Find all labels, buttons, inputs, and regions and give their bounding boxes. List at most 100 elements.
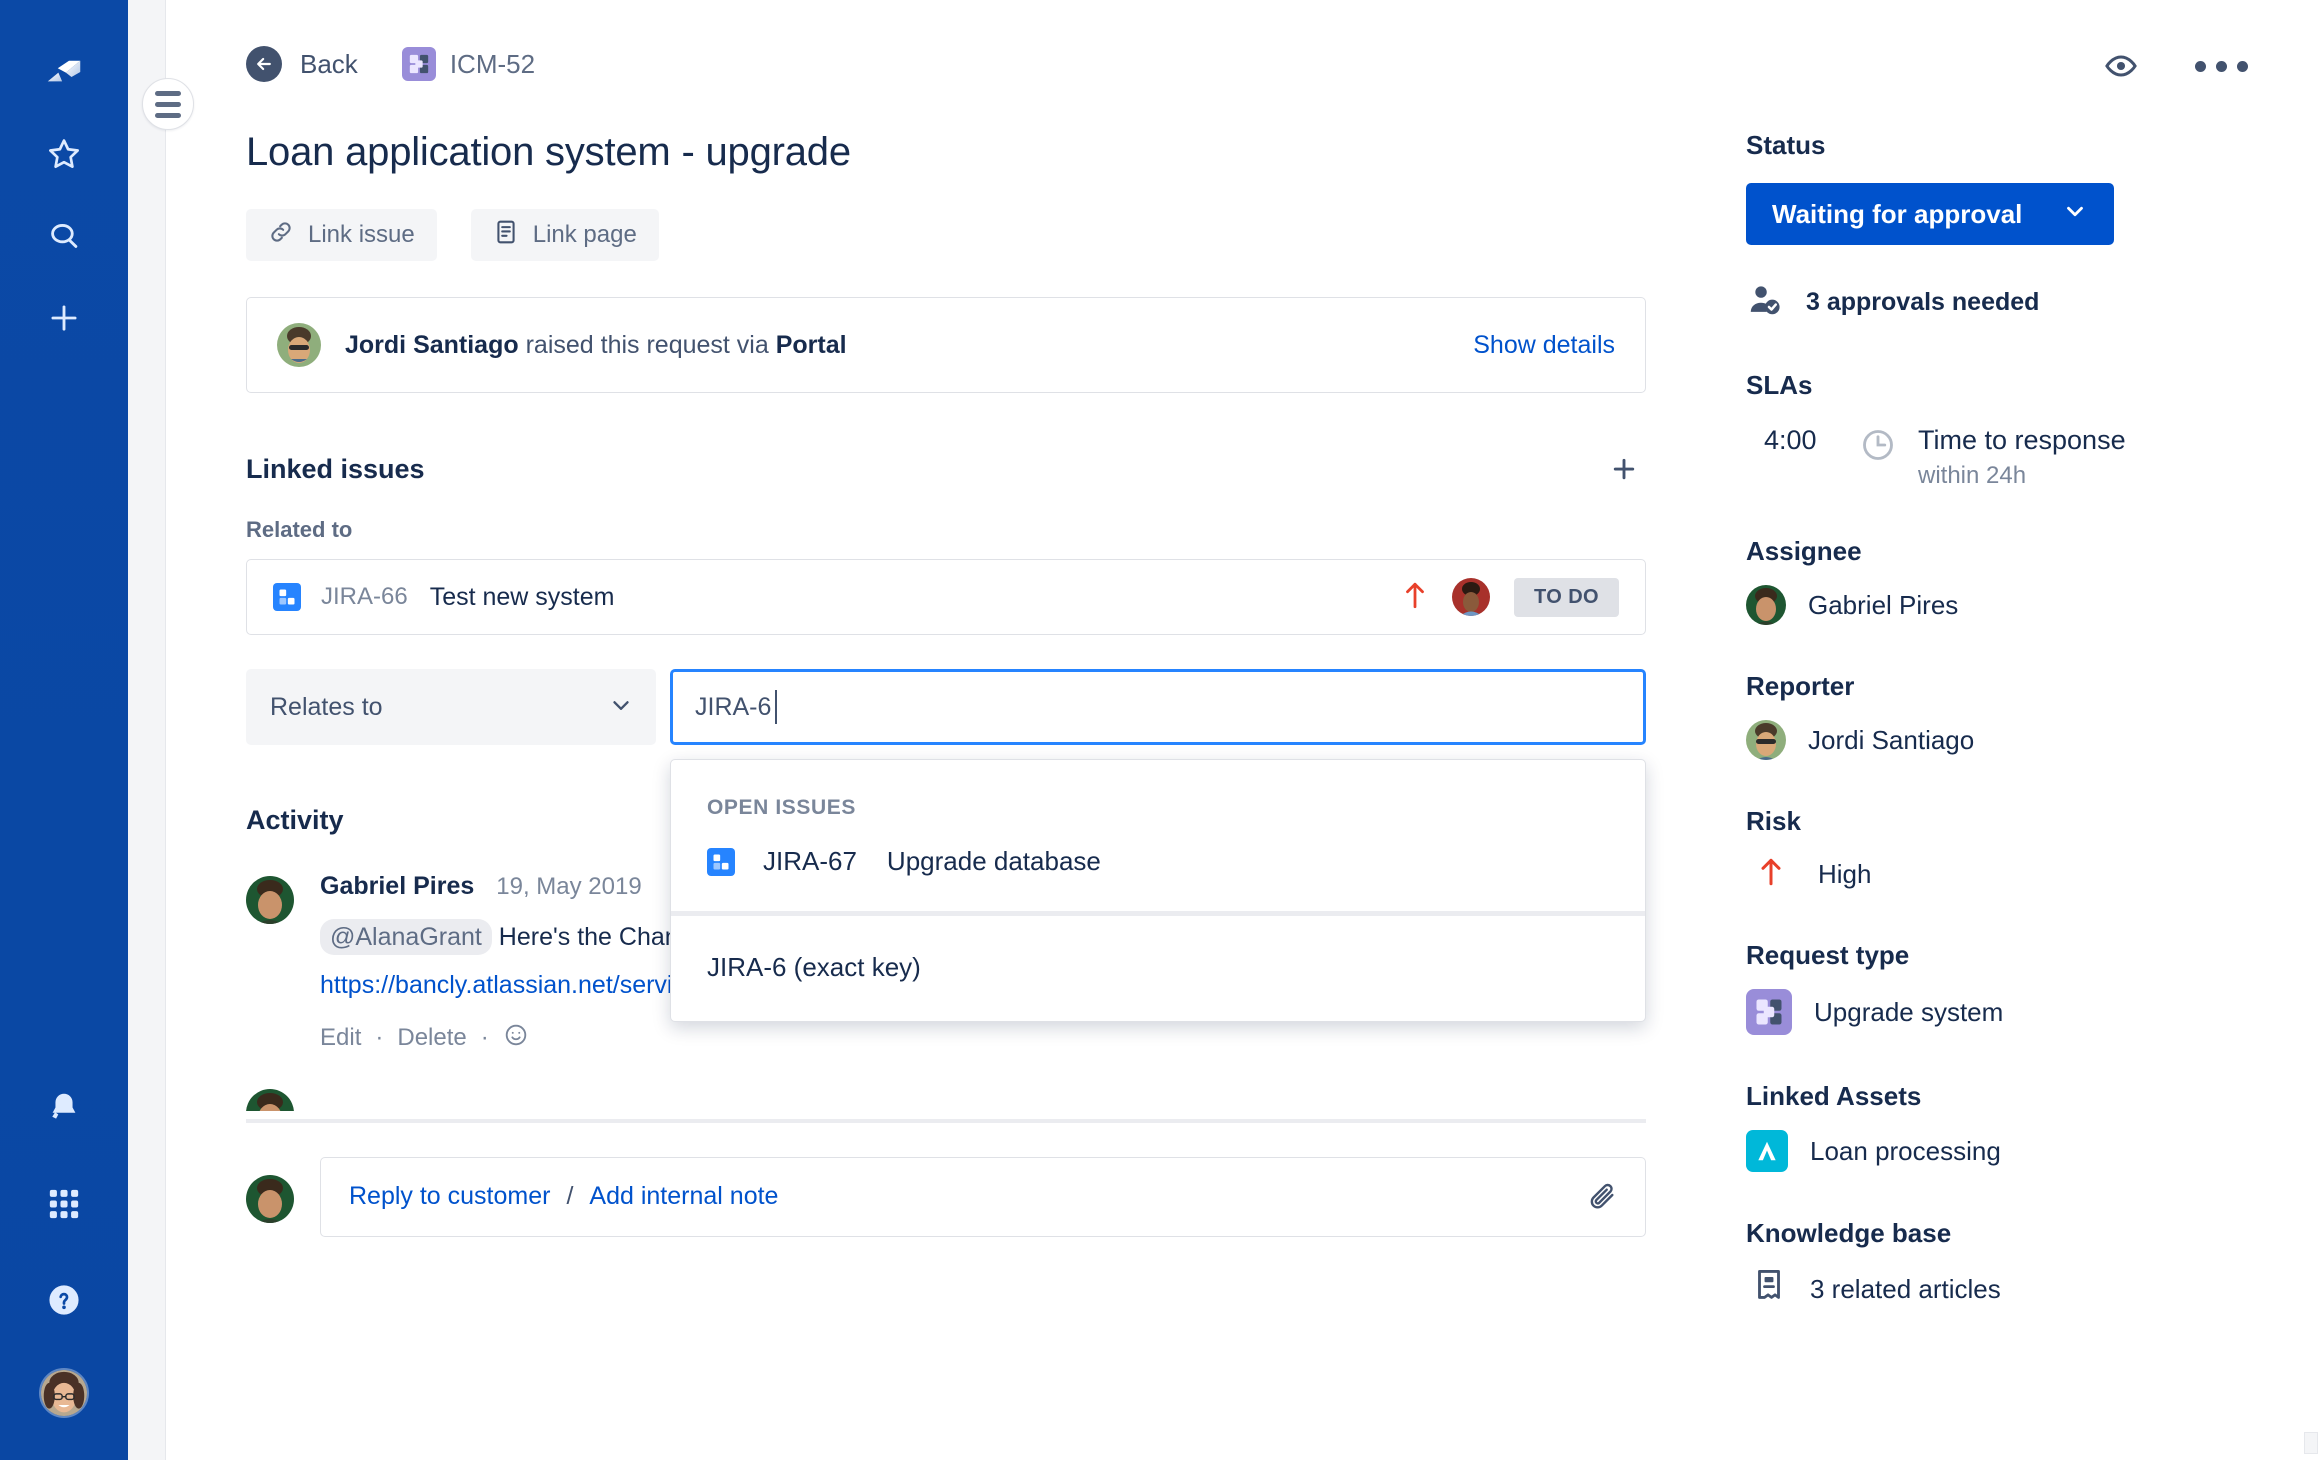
assignee-label: Assignee (1746, 536, 1862, 566)
add-reaction-icon[interactable] (503, 1022, 529, 1055)
sidebar-toggle-button[interactable] (142, 78, 194, 130)
approvals-icon (1746, 281, 1784, 324)
dropdown-option-jira-67[interactable]: JIRA-67 Upgrade database (671, 820, 1645, 911)
slas-label: SLAs (1746, 370, 1813, 400)
approvals-row[interactable]: 3 approvals needed (1746, 281, 2260, 324)
link-type-select[interactable]: Relates to (246, 669, 656, 745)
back-arrow-icon (246, 46, 282, 82)
show-details-link[interactable]: Show details (1473, 331, 1615, 360)
add-internal-note-button[interactable]: Add internal note (589, 1182, 778, 1211)
attachment-icon[interactable] (1587, 1181, 1619, 1213)
scrollbar[interactable] (2304, 1432, 2318, 1454)
create-plus-icon[interactable] (36, 290, 92, 346)
issue-search-dropdown: OPEN ISSUES JIRA-67 Upgrade database JIR… (670, 759, 1646, 1022)
jira-service-management-issue-view: Back ICM-52 Loan application system - up… (0, 0, 2320, 1460)
issue-content-column: Back ICM-52 Loan application system - up… (166, 0, 1706, 1460)
linked-issue-assignee-avatar (1452, 578, 1491, 616)
reply-bar: Reply to customer / Add internal note (246, 1156, 1646, 1237)
dropdown-option-key: JIRA-67 (763, 846, 857, 876)
task-type-icon (707, 847, 735, 876)
risk-label: Risk (1746, 806, 1801, 836)
reply-to-customer-button[interactable]: Reply to customer (349, 1182, 550, 1211)
linked-assets-section: Linked Assets Loan processing (1746, 1081, 2260, 1172)
watch-eye-icon[interactable] (2103, 48, 2139, 84)
link-relationship-group-label: Related to (246, 517, 353, 542)
link-icon (268, 219, 294, 252)
reporter-value[interactable]: Jordi Santiago (1746, 720, 2260, 760)
reply-input-box[interactable]: Reply to customer / Add internal note (320, 1156, 1646, 1237)
linked-issue-key[interactable]: JIRA-66 (321, 583, 408, 611)
global-nav-top-group (36, 0, 92, 346)
back-button[interactable]: Back (246, 46, 358, 82)
assignee-value[interactable]: Gabriel Pires (1746, 585, 2260, 625)
risk-section: Risk High (1746, 806, 2260, 894)
risk-high-arrow-icon (1758, 855, 1784, 894)
linked-issue-summary[interactable]: Test new system (430, 583, 615, 612)
status-label: Status (1746, 130, 1826, 160)
reply-separator: / (566, 1182, 574, 1210)
knowledge-base-text: 3 related articles (1810, 1274, 2001, 1304)
breadcrumb-issue-link[interactable]: ICM-52 (401, 47, 536, 81)
issue-search-value: JIRA-6 (695, 692, 772, 721)
linked-issues-title: Linked issues (246, 453, 425, 484)
notifications-bell-icon[interactable] (36, 1080, 92, 1136)
action-separator: · (375, 1024, 384, 1051)
link-type-value: Relates to (270, 692, 383, 721)
add-linked-issue-button[interactable] (1602, 447, 1646, 491)
hamburger-bar (155, 112, 181, 118)
comment-item-partial (246, 1085, 1646, 1111)
delete-comment-button[interactable]: Delete (397, 1024, 466, 1052)
edit-comment-button[interactable]: Edit (320, 1024, 361, 1052)
back-label: Back (300, 48, 358, 79)
current-user-avatar (246, 1174, 294, 1223)
main-region: Back ICM-52 Loan application system - up… (166, 0, 2320, 1460)
issue-search-field-wrapper: JIRA-6 OPEN ISSUES JIRA-67 Upgrade datab… (670, 669, 1646, 1022)
reporter-name: Jordi Santiago (1808, 724, 1975, 755)
linked-issue-row[interactable]: JIRA-66 Test new system TO DO (246, 559, 1646, 635)
linked-issue-meta: TO DO (1402, 577, 1619, 617)
global-nav-bottom-group (36, 1080, 92, 1460)
request-type-value[interactable]: Upgrade system (1746, 989, 2260, 1035)
linked-asset-value[interactable]: Loan processing (1746, 1130, 2260, 1172)
app-switcher-icon[interactable] (36, 1176, 92, 1232)
user-mention[interactable]: @AlanaGrant (320, 919, 492, 955)
search-icon[interactable] (36, 208, 92, 264)
more-actions-icon[interactable] (2195, 60, 2248, 72)
profile-avatar[interactable] (39, 1368, 89, 1418)
star-icon[interactable] (36, 126, 92, 182)
status-dropdown-button[interactable]: Waiting for approval (1746, 183, 2115, 245)
activity-divider (246, 1118, 1646, 1123)
breadcrumb-issue-key: ICM-52 (449, 48, 536, 79)
global-navigation-sidebar (0, 0, 128, 1460)
task-type-icon (273, 583, 301, 611)
request-type-section: Request type Upgrade system (1746, 940, 2260, 1035)
dropdown-option-summary: Upgrade database (886, 846, 1101, 876)
request-type-text: Upgrade system (1814, 996, 2004, 1027)
assignee-avatar (1746, 585, 1786, 625)
knowledge-base-book-icon (1750, 1267, 1788, 1312)
atlassian-logo-icon[interactable] (36, 44, 92, 100)
priority-high-icon (1402, 580, 1428, 615)
reporter-avatar (1746, 720, 1786, 760)
link-page-button[interactable]: Link page (470, 209, 659, 261)
link-issue-button[interactable]: Link issue (246, 209, 437, 261)
request-raised-banner: Jordi Santiago raised this request via P… (246, 297, 1646, 393)
issue-search-input[interactable]: JIRA-6 (670, 669, 1646, 745)
page-title: Loan application system - upgrade (246, 130, 851, 174)
request-type-puzzle-icon (401, 47, 436, 81)
comment-date: 19, May 2019 (496, 873, 642, 900)
help-icon[interactable] (36, 1272, 92, 1328)
status-value: Waiting for approval (1772, 198, 2023, 229)
knowledge-base-section: Knowledge base 3 related articles (1746, 1218, 2260, 1312)
risk-value[interactable]: High (1746, 855, 2260, 894)
sla-name: Time to response (1918, 425, 2126, 455)
project-sidebar-collapsed (128, 0, 194, 1460)
sla-row: 4:00 Time to response within 24h (1746, 425, 2260, 490)
approvals-text: 3 approvals needed (1806, 288, 2040, 316)
dropdown-exact-key-option[interactable]: JIRA-6 (exact key) (671, 916, 1645, 1021)
reporter-section: Reporter Jordi Santiago (1746, 671, 2260, 760)
comment-author: Gabriel Pires (320, 872, 475, 900)
knowledge-base-value[interactable]: 3 related articles (1746, 1267, 2260, 1312)
raised-middle-text: raised this request via (518, 330, 776, 359)
request-type-label: Request type (1746, 940, 1910, 970)
